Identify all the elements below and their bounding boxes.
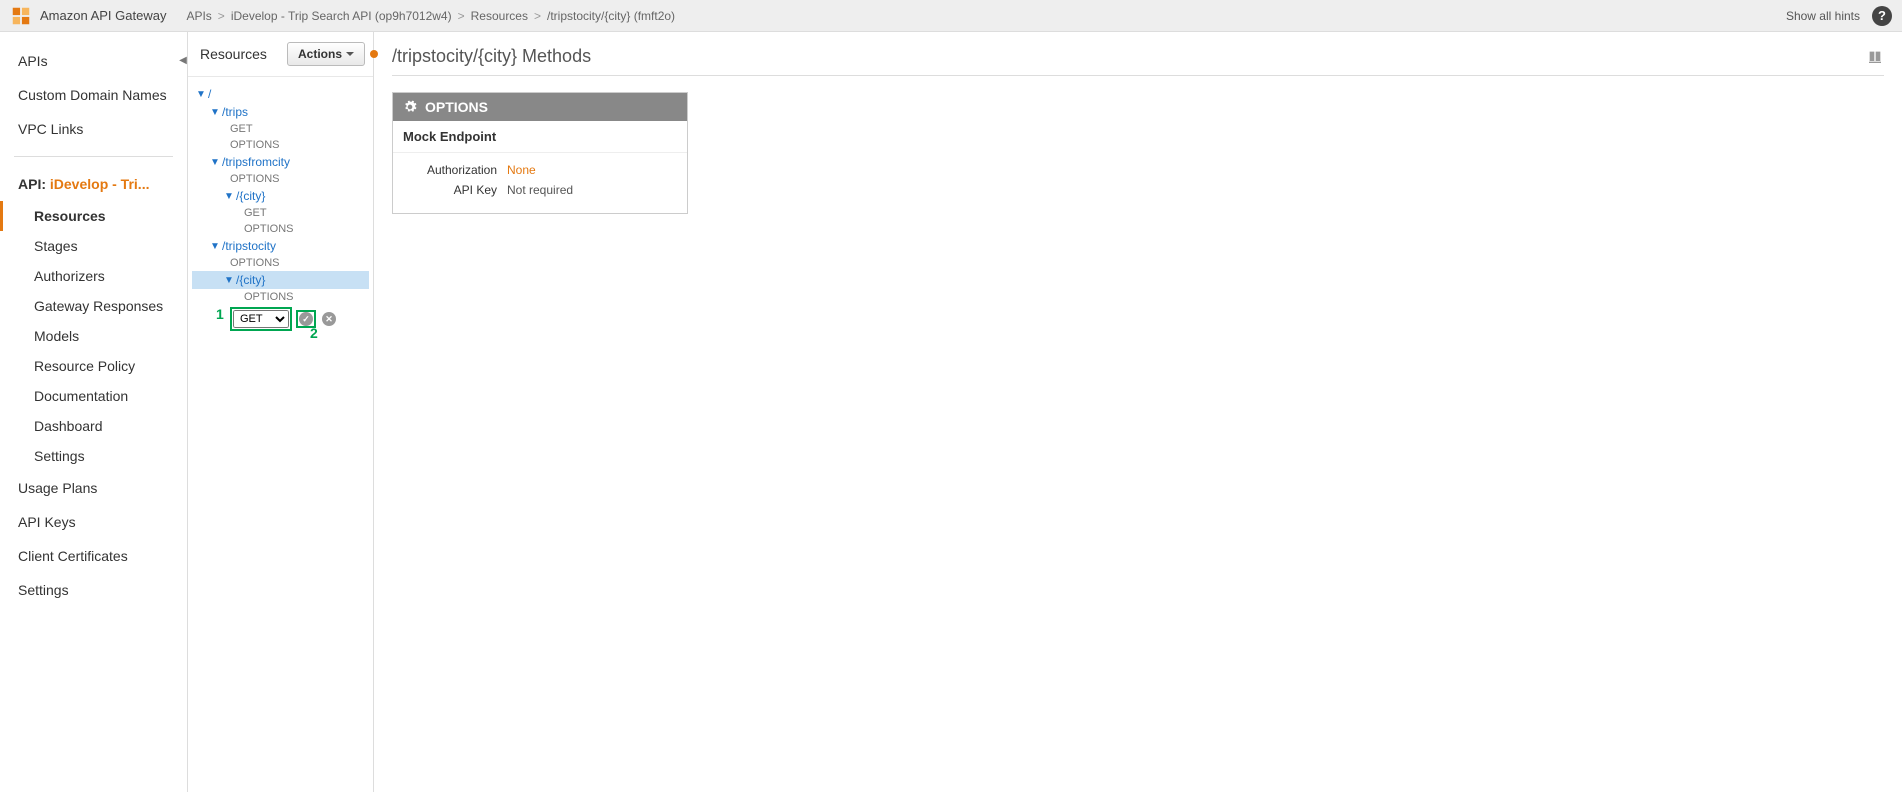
collapse-sidebar-icon[interactable]: ◀ xyxy=(178,52,188,68)
topbar-right: Show all hints ? xyxy=(1786,6,1892,26)
breadcrumb-apis[interactable]: APIs xyxy=(186,9,211,23)
sidebar-item-gateway-responses[interactable]: Gateway Responses xyxy=(0,291,187,321)
help-icon[interactable]: ? xyxy=(1872,6,1892,26)
caret-down-icon: ▼ xyxy=(224,275,236,286)
resources-panel: Resources Actions ▼ / ▼ /trips GET OPTIO… xyxy=(188,32,374,792)
sidebar-item-apis[interactable]: APIs xyxy=(0,44,187,78)
tree-tripstocity-options[interactable]: OPTIONS xyxy=(192,255,369,271)
sidebar-item-settings[interactable]: Settings xyxy=(0,441,187,471)
annotation-2: 2 xyxy=(310,325,318,341)
method-label: OPTIONS xyxy=(228,139,280,151)
aws-service-icon xyxy=(10,5,32,27)
tree-label: /trips xyxy=(222,105,248,119)
api-name: iDevelop - Tri... xyxy=(50,176,150,192)
resources-title: Resources xyxy=(200,46,267,62)
sidebar-api-label: API: iDevelop - Tri... xyxy=(0,167,187,201)
chevron-right-icon: > xyxy=(534,9,541,23)
gear-icon xyxy=(403,100,417,114)
tree-tripstocity[interactable]: ▼ /tripstocity xyxy=(192,237,369,255)
tree-tripsfromcity-city-options[interactable]: OPTIONS xyxy=(192,221,369,237)
sidebar-item-usage-plans[interactable]: Usage Plans xyxy=(0,471,187,505)
method-label: OPTIONS xyxy=(242,223,294,235)
method-label: OPTIONS xyxy=(242,291,294,303)
annotation-1: 1 xyxy=(216,306,224,322)
tree-tripstocity-city-options[interactable]: OPTIONS xyxy=(192,289,369,305)
main-header: /tripstocity/{city} Methods xyxy=(392,46,1884,76)
method-label: GET xyxy=(242,207,267,219)
confirm-method-button[interactable]: ✓ xyxy=(299,312,313,326)
caret-down-icon: ▼ xyxy=(210,157,222,168)
sidebar-item-vpc-links[interactable]: VPC Links xyxy=(0,112,187,146)
method-label: OPTIONS xyxy=(228,173,280,185)
sidebar-item-stages[interactable]: Stages xyxy=(0,231,187,261)
show-hints-link[interactable]: Show all hints xyxy=(1786,9,1860,23)
top-bar: Amazon API Gateway APIs > iDevelop - Tri… xyxy=(0,0,1902,32)
main-content: /tripstocity/{city} Methods OPTIONS Mock… xyxy=(374,32,1902,792)
sidebar-item-documentation[interactable]: Documentation xyxy=(0,381,187,411)
tree-label: /{city} xyxy=(236,273,265,287)
sidebar-item-authorizers[interactable]: Authorizers xyxy=(0,261,187,291)
tree-tripsfromcity-city[interactable]: ▼ /{city} xyxy=(192,187,369,205)
breadcrumb-api[interactable]: iDevelop - Trip Search API (op9h7012w4) xyxy=(231,9,452,23)
card-title: OPTIONS xyxy=(425,99,488,115)
chevron-right-icon: > xyxy=(218,9,225,23)
cancel-method-button[interactable]: ✕ xyxy=(322,312,336,326)
tree-trips-get[interactable]: GET xyxy=(192,121,369,137)
card-body: Authorization None API Key Not required xyxy=(393,153,687,213)
sidebar-item-client-certificates[interactable]: Client Certificates xyxy=(0,539,187,573)
breadcrumb: APIs > iDevelop - Trip Search API (op9h7… xyxy=(186,9,675,23)
tree-trips[interactable]: ▼ /trips xyxy=(192,103,369,121)
api-prefix: API: xyxy=(18,176,46,192)
sidebar-item-custom-domains[interactable]: Custom Domain Names xyxy=(0,78,187,112)
caret-down-icon: ▼ xyxy=(196,89,208,100)
caret-down-icon: ▼ xyxy=(210,241,222,252)
authorization-value: None xyxy=(507,163,536,177)
tree-label: /tripsfromcity xyxy=(222,155,290,169)
apikey-key: API Key xyxy=(407,183,497,197)
breadcrumb-path[interactable]: /tripstocity/{city} (fmft2o) xyxy=(547,9,675,23)
card-subtitle: Mock Endpoint xyxy=(393,121,687,153)
actions-label: Actions xyxy=(298,47,342,61)
hint-dot-icon xyxy=(370,50,378,58)
breadcrumb-resources[interactable]: Resources xyxy=(471,9,528,23)
authorization-key: Authorization xyxy=(407,163,497,177)
divider xyxy=(14,156,173,157)
resources-header: Resources Actions xyxy=(188,32,373,77)
chevron-right-icon: > xyxy=(458,9,465,23)
tree-label: / xyxy=(208,87,211,101)
method-select-highlight: GET xyxy=(230,307,292,331)
method-select[interactable]: GET xyxy=(233,310,289,328)
sidebar-item-resource-policy[interactable]: Resource Policy xyxy=(0,351,187,381)
method-label: GET xyxy=(228,123,253,135)
tree-tripsfromcity-options[interactable]: OPTIONS xyxy=(192,171,369,187)
tree-tripsfromcity-city-get[interactable]: GET xyxy=(192,205,369,221)
tree-tripstocity-city[interactable]: ▼ /{city} xyxy=(192,271,369,289)
tree-label: /{city} xyxy=(236,189,265,203)
service-name: Amazon API Gateway xyxy=(40,8,166,23)
sidebar-item-dashboard[interactable]: Dashboard xyxy=(0,411,187,441)
tree-label: /tripstocity xyxy=(222,239,276,253)
caret-down-icon: ▼ xyxy=(224,191,236,202)
documentation-icon[interactable] xyxy=(1866,49,1884,65)
topbar-left: Amazon API Gateway APIs > iDevelop - Tri… xyxy=(10,5,675,27)
page-title: /tripstocity/{city} Methods xyxy=(392,46,591,67)
card-header: OPTIONS xyxy=(393,93,687,121)
sidebar-item-resources[interactable]: Resources xyxy=(0,201,187,231)
tree-trips-options[interactable]: OPTIONS xyxy=(192,137,369,153)
sidebar-item-api-keys[interactable]: API Keys xyxy=(0,505,187,539)
sidebar-item-models[interactable]: Models xyxy=(0,321,187,351)
tree-tripsfromcity[interactable]: ▼ /tripsfromcity xyxy=(192,153,369,171)
options-card[interactable]: OPTIONS Mock Endpoint Authorization None… xyxy=(392,92,688,214)
sidebar: ◀ APIs Custom Domain Names VPC Links API… xyxy=(0,32,188,792)
method-label: OPTIONS xyxy=(228,257,280,269)
sidebar-item-global-settings[interactable]: Settings xyxy=(0,573,187,607)
authorization-row: Authorization None xyxy=(407,163,673,177)
resource-tree: ▼ / ▼ /trips GET OPTIONS ▼ /tripsfromcit… xyxy=(188,77,373,341)
apikey-value: Not required xyxy=(507,183,573,197)
caret-down-icon: ▼ xyxy=(210,107,222,118)
new-method-form: 1 GET ✓ ✕ 2 xyxy=(192,305,369,333)
apikey-row: API Key Not required xyxy=(407,183,673,197)
tree-root[interactable]: ▼ / xyxy=(192,85,369,103)
actions-button[interactable]: Actions xyxy=(287,42,365,66)
